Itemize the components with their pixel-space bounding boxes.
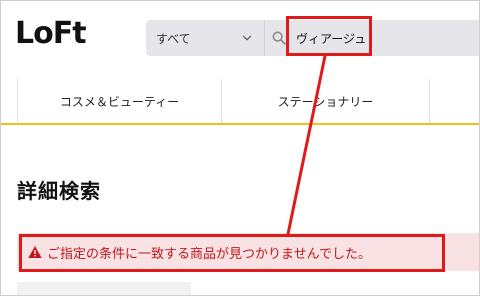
nav-item-stationery[interactable]: ステーショナリー [221,79,429,123]
page-title: 詳細検索 [17,179,101,203]
search-icon[interactable] [271,30,287,46]
no-results-alert: ご指定の条件に一致する商品が見つかりませんでした。 [17,233,479,271]
nav-item-label: ステーショナリー [277,94,374,109]
logo[interactable]: LoFt [15,19,87,49]
nav-item-partial[interactable] [429,79,479,123]
warning-icon [28,246,42,258]
search-input[interactable] [292,26,467,50]
site-header: LoFt すべて [1,1,479,79]
category-select-value: すべて [156,31,191,46]
nav-item-label: コスメ＆ビューティー [59,94,180,109]
category-nav: コスメ＆ビューティー ステーショナリー [1,79,479,125]
alert-message: ご指定の条件に一致する商品が見つかりませんでした。 [47,246,371,262]
results-panel [17,282,191,295]
category-select[interactable]: すべて [146,20,265,56]
search-bar: すべて [146,20,479,56]
chevron-down-icon [242,35,252,41]
nav-item-cosme-beauty[interactable]: コスメ＆ビューティー [17,79,221,123]
page: LoFt すべて コスメ＆ビューティー ステーショナリー 詳細検索 [0,0,480,296]
